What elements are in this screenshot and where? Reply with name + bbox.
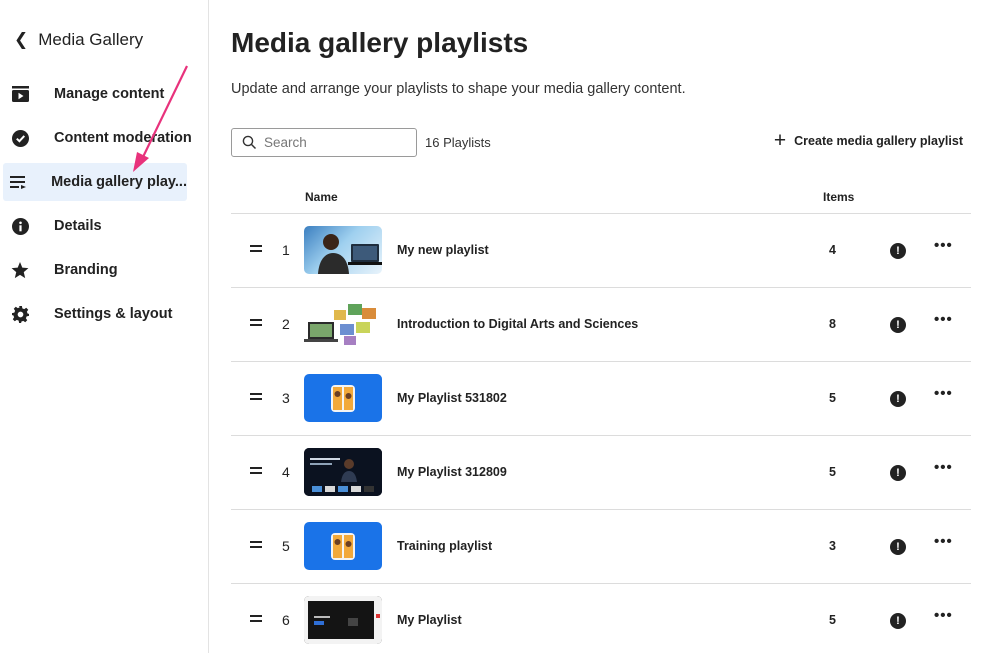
page-title: Media gallery playlists: [231, 27, 529, 58]
table-row[interactable]: 5 Training playlist 3 ! •••: [231, 510, 971, 584]
table-row[interactable]: 1 My new playlist 4 ! •••: [231, 214, 971, 288]
playlist-name-link[interactable]: My Playlist 312809: [397, 465, 507, 479]
item-count: 4: [829, 243, 836, 257]
search-icon: [242, 135, 257, 150]
warning-icon[interactable]: !: [890, 243, 906, 259]
more-options-icon[interactable]: •••: [934, 385, 953, 402]
warning-icon[interactable]: !: [890, 317, 906, 333]
sidebar-item-manage-content[interactable]: Manage content: [0, 75, 209, 113]
row-number: 3: [282, 390, 290, 406]
item-count: 5: [829, 613, 836, 627]
warning-icon[interactable]: !: [890, 613, 906, 629]
sidebar-item-label: Content moderation: [54, 130, 192, 146]
create-playlist-label: Create media gallery playlist: [794, 134, 963, 148]
check-circle-icon: [10, 128, 30, 148]
playlist-thumbnail: [304, 374, 382, 422]
playlist-thumbnail: [304, 522, 382, 570]
sidebar-item-label: Branding: [54, 262, 118, 278]
playlist-icon: [10, 172, 27, 192]
drag-handle-icon[interactable]: [250, 242, 262, 256]
sidebar-item-content-moderation[interactable]: Content moderation: [0, 119, 209, 157]
drag-handle-icon[interactable]: [250, 538, 262, 552]
warning-icon[interactable]: !: [890, 465, 906, 481]
drag-handle-icon[interactable]: [250, 316, 262, 330]
sidebar-item-details[interactable]: Details: [0, 207, 209, 245]
play-square-icon: [10, 84, 30, 104]
page-subtitle: Update and arrange your playlists to sha…: [231, 81, 686, 97]
row-number: 2: [282, 316, 290, 332]
playlist-thumbnail: [304, 300, 382, 348]
plus-icon: +: [773, 129, 787, 152]
row-number: 5: [282, 538, 290, 554]
sidebar-item-label: Media gallery play...: [51, 174, 187, 190]
sidebar-item-media-gallery-playlists[interactable]: Media gallery play...: [3, 163, 187, 201]
sidebar-item-label: Details: [54, 218, 102, 234]
item-count: 5: [829, 391, 836, 405]
playlist-thumbnail: [304, 596, 382, 644]
drag-handle-icon[interactable]: [250, 612, 262, 626]
sidebar-item-label: Manage content: [54, 86, 165, 102]
back-to-media-gallery[interactable]: ❮ Media Gallery: [14, 30, 143, 50]
more-options-icon[interactable]: •••: [934, 459, 953, 476]
item-count: 5: [829, 465, 836, 479]
column-header-name[interactable]: Name: [305, 190, 338, 204]
table-header: Name Items: [231, 183, 971, 214]
more-options-icon[interactable]: •••: [934, 237, 953, 254]
sidebar-item-label: Settings & layout: [54, 306, 173, 322]
column-header-items: Items: [823, 190, 855, 204]
playlist-name-link[interactable]: My new playlist: [397, 243, 489, 257]
row-number: 4: [282, 464, 290, 480]
sidebar-item-branding[interactable]: Branding: [0, 251, 209, 289]
chevron-left-icon: ❮: [14, 30, 29, 49]
playlist-name-link[interactable]: My Playlist: [397, 613, 462, 627]
sidebar: ❮ Media Gallery Manage content Content m…: [0, 0, 209, 653]
table-row[interactable]: 6 My Playlist 5 ! •••: [231, 584, 971, 653]
more-options-icon[interactable]: •••: [934, 533, 953, 550]
more-options-icon[interactable]: •••: [934, 607, 953, 624]
table-row[interactable]: 3 My Playlist 531802 5 ! •••: [231, 362, 971, 436]
playlist-thumbnail: [304, 448, 382, 496]
search-box[interactable]: [231, 128, 417, 157]
warning-icon[interactable]: !: [890, 539, 906, 555]
back-label: Media Gallery: [38, 30, 144, 49]
sidebar-nav: Manage content Content moderation Media …: [0, 75, 209, 339]
playlist-count: 16 Playlists: [425, 135, 491, 150]
table-row[interactable]: 4 My Playlist 312809 5 ! •••: [231, 436, 971, 510]
more-options-icon[interactable]: •••: [934, 311, 953, 328]
playlist-name-link[interactable]: Training playlist: [397, 539, 492, 553]
star-icon: [10, 260, 30, 280]
item-count: 3: [829, 539, 836, 553]
create-playlist-button[interactable]: + Create media gallery playlist: [773, 129, 963, 152]
playlist-thumbnail: [304, 226, 382, 274]
gear-icon: [10, 304, 30, 324]
sidebar-item-settings-layout[interactable]: Settings & layout: [0, 295, 209, 333]
playlist-name-link[interactable]: Introduction to Digital Arts and Science…: [397, 317, 638, 331]
playlist-table: 1 My new playlist 4 ! ••• 2 Introduction…: [231, 214, 971, 653]
item-count: 8: [829, 317, 836, 331]
row-number: 1: [282, 242, 290, 258]
warning-icon[interactable]: !: [890, 391, 906, 407]
drag-handle-icon[interactable]: [250, 390, 262, 404]
row-number: 6: [282, 612, 290, 628]
playlist-name-link[interactable]: My Playlist 531802: [397, 391, 507, 405]
search-input[interactable]: [264, 135, 404, 150]
table-row[interactable]: 2 Introduction to Digital Arts and Scien…: [231, 288, 971, 362]
drag-handle-icon[interactable]: [250, 464, 262, 478]
info-icon: [10, 216, 30, 236]
